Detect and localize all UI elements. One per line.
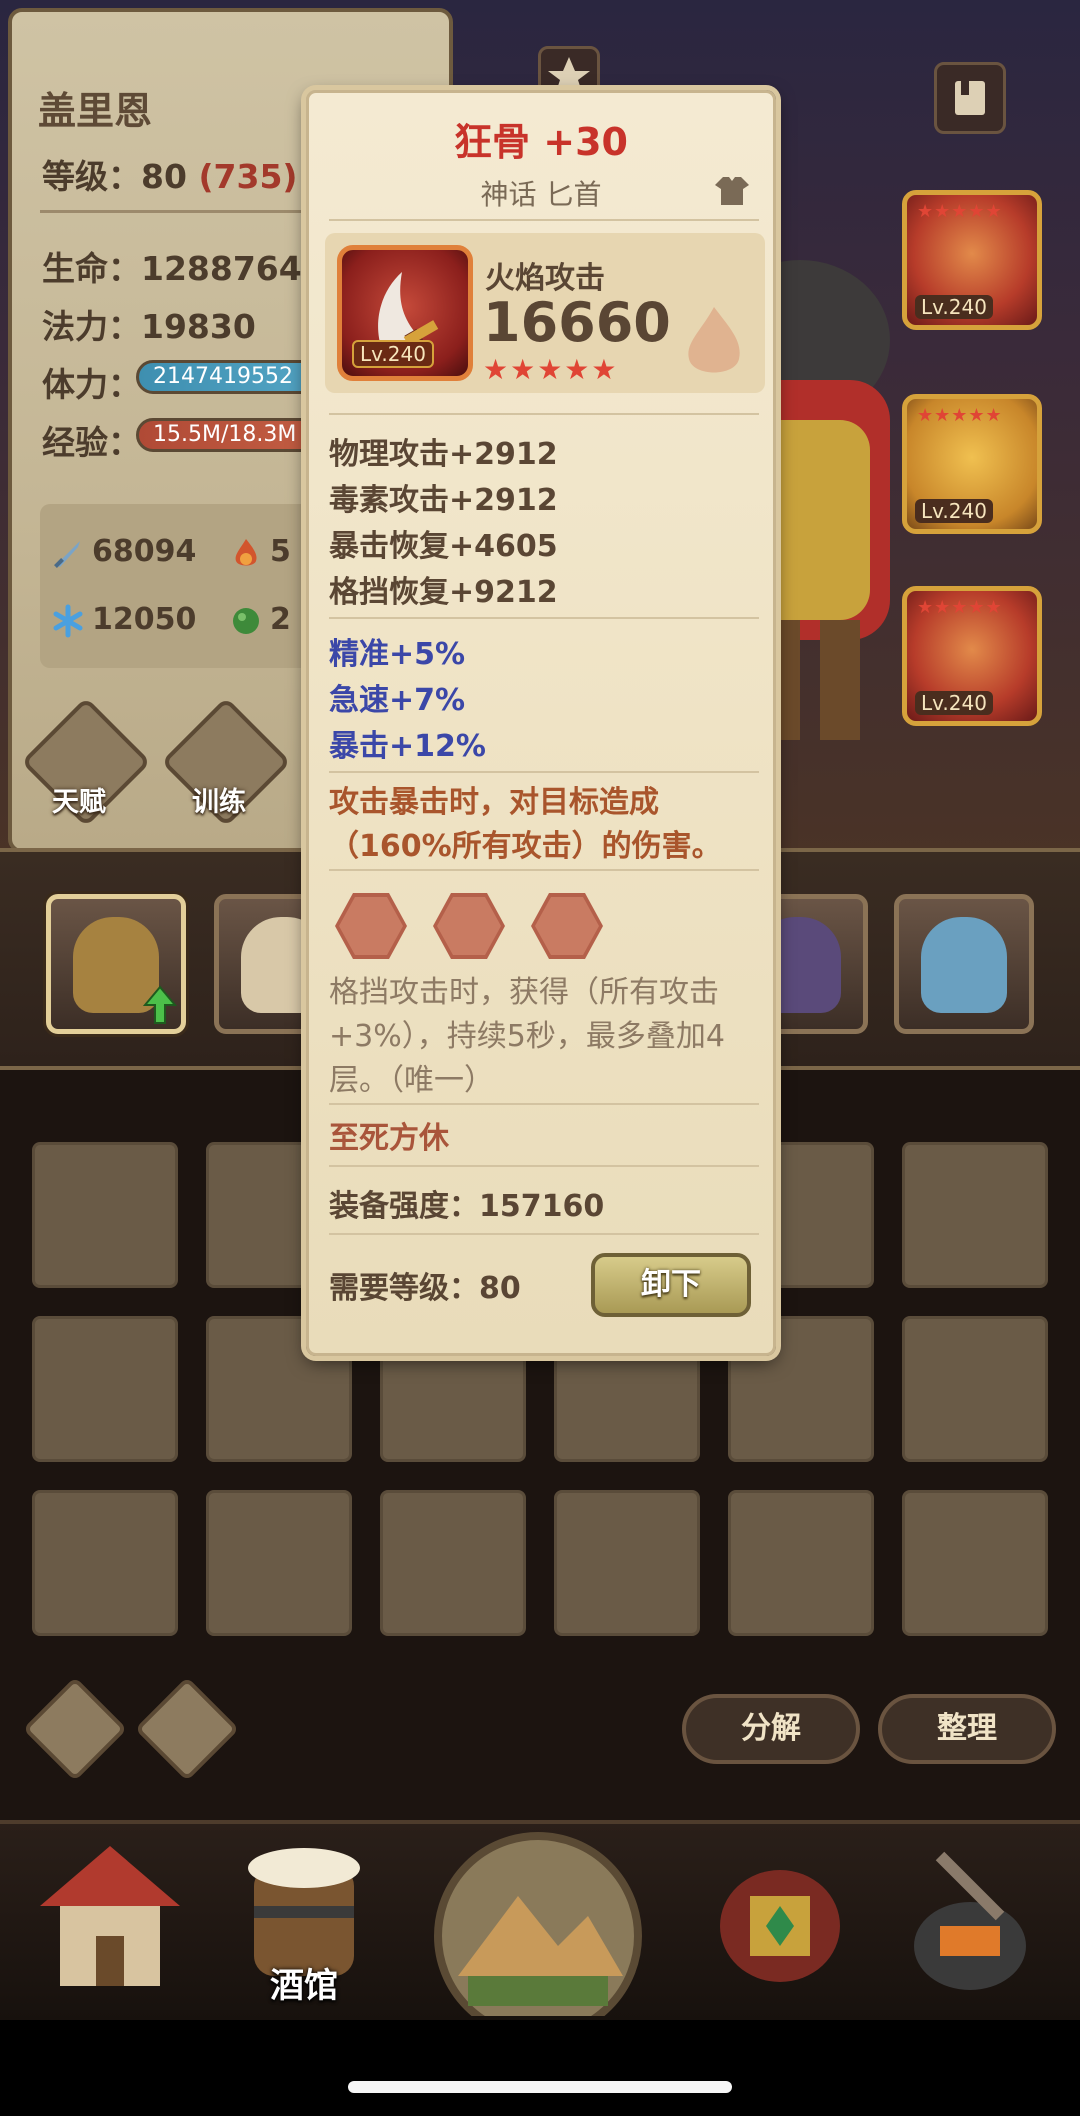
inventory-slot[interactable] — [380, 1490, 526, 1636]
mana-row: 法力：19830 — [42, 307, 256, 346]
gem-socket[interactable] — [433, 893, 505, 959]
poison-power: 2 — [228, 602, 291, 639]
divider — [329, 413, 759, 415]
talent-label: 天赋 — [52, 787, 106, 818]
item-tooltip: 狂骨 +30 神话 匕首 Lv.240 火焰攻击 16660 ★★★★★ 物理攻… — [306, 90, 776, 1356]
divider — [329, 869, 759, 871]
gem-socket[interactable] — [531, 893, 603, 959]
footer-bar — [0, 2020, 1080, 2116]
decompose-button[interactable]: 分解 — [682, 1694, 860, 1764]
item-stars: ★★★★★ — [483, 353, 619, 386]
ice-icon — [53, 604, 83, 637]
required-level: 需要等级：80 — [329, 1271, 521, 1306]
unequip-button[interactable]: 卸下 — [591, 1253, 751, 1317]
stamina-row: 体力： — [42, 365, 141, 404]
hero-card[interactable] — [894, 894, 1034, 1034]
item-summary: Lv.240 火焰攻击 16660 ★★★★★ — [325, 233, 765, 393]
exp-row: 经验： — [42, 423, 141, 462]
shirt-icon — [715, 177, 749, 205]
inventory-slot[interactable] — [728, 1490, 874, 1636]
forge-icon — [914, 1851, 1026, 1990]
inventory-slot[interactable] — [902, 1490, 1048, 1636]
item-title: 狂骨 +30 — [454, 120, 628, 164]
equip-slot-amulet[interactable]: ★★★★★ Lv.240 — [902, 586, 1042, 726]
item-score: 16660 — [483, 291, 671, 354]
base-stat: 毒素攻击+2912 — [329, 483, 558, 518]
inventory-slot[interactable] — [902, 1142, 1048, 1288]
inventory-slot[interactable] — [32, 1490, 178, 1636]
inventory-slot[interactable] — [206, 1490, 352, 1636]
fire-icon — [235, 538, 257, 565]
hero-name: 盖里恩 — [38, 89, 153, 133]
hero-card-selected[interactable] — [46, 894, 186, 1034]
bonus-stat: 暴击+12% — [329, 729, 486, 764]
special-effect: 攻击暴击时，对目标造成（160%所有攻击）的伤害。 — [329, 785, 722, 864]
hp-row: 生命：1288764 — [42, 249, 302, 288]
flame-icon — [688, 307, 740, 373]
inventory-slot[interactable] — [32, 1316, 178, 1462]
nav-tavern-label: 酒馆 — [270, 1966, 338, 2006]
ice-power: 12050 — [50, 602, 196, 639]
bag-icon[interactable] — [934, 62, 1006, 134]
sort-button[interactable]: 整理 — [878, 1694, 1056, 1764]
divider — [329, 617, 759, 619]
inventory-slot[interactable] — [32, 1142, 178, 1288]
set-name: 至死方休 — [329, 1121, 449, 1156]
filter-shard-button[interactable] — [134, 1676, 240, 1782]
nav-tavern[interactable]: 酒馆 — [214, 1826, 394, 2006]
equip-slot-helmet[interactable]: ★★★★★ Lv.240 — [902, 190, 1042, 330]
train-label: 训练 — [192, 787, 246, 818]
nav-adventure[interactable] — [408, 1826, 668, 2040]
adventure-portal-icon — [434, 1832, 642, 2040]
divider — [329, 1233, 759, 1235]
bonus-stat: 精准+5% — [329, 637, 466, 672]
fire-power: 5 — [228, 534, 291, 571]
divider — [329, 1165, 759, 1167]
house-icon — [40, 1846, 180, 1986]
equip-level: Lv.240 — [915, 295, 993, 319]
equip-strength: 装备强度：157160 — [329, 1189, 605, 1224]
equip-slot-armor[interactable]: ★★★★★ Lv.240 — [902, 394, 1042, 534]
base-stat: 格挡恢复+9212 — [329, 575, 558, 610]
inventory-slot[interactable] — [902, 1316, 1048, 1462]
level-row: 等级：80 (735) — [42, 157, 298, 196]
home-indicator[interactable] — [348, 2081, 732, 2093]
nav-house[interactable] — [20, 1826, 200, 2006]
nav-forge[interactable] — [880, 1826, 1060, 2006]
sword-icon — [54, 540, 80, 568]
equip-level: Lv.240 — [915, 499, 993, 523]
item-icon: Lv.240 — [337, 245, 473, 381]
hero-portrait — [921, 917, 1007, 1013]
physical-power: 68094 — [50, 534, 196, 571]
item-icon-level: Lv.240 — [352, 340, 434, 368]
filter-helmet-button[interactable] — [22, 1676, 128, 1782]
nav-treasury[interactable] — [690, 1826, 870, 2006]
base-stat: 暴击恢复+4605 — [329, 529, 558, 564]
poison-icon — [233, 607, 259, 634]
treasure-chest-icon — [720, 1870, 840, 1982]
gem-socket[interactable] — [335, 893, 407, 959]
bonus-stat: 急速+7% — [329, 683, 466, 718]
divider — [329, 771, 759, 773]
item-type: 神话 匕首 — [480, 178, 602, 211]
upgrade-arrow-icon — [143, 985, 177, 1024]
inventory-slot[interactable] — [554, 1490, 700, 1636]
divider — [329, 219, 759, 221]
base-stat: 物理攻击+2912 — [329, 437, 558, 472]
equip-level: Lv.240 — [915, 691, 993, 715]
divider — [329, 1103, 759, 1105]
gem-effect: 格挡攻击时，获得（所有攻击+3%），持续5秒，最多叠加4层。（唯一） — [329, 975, 725, 1098]
